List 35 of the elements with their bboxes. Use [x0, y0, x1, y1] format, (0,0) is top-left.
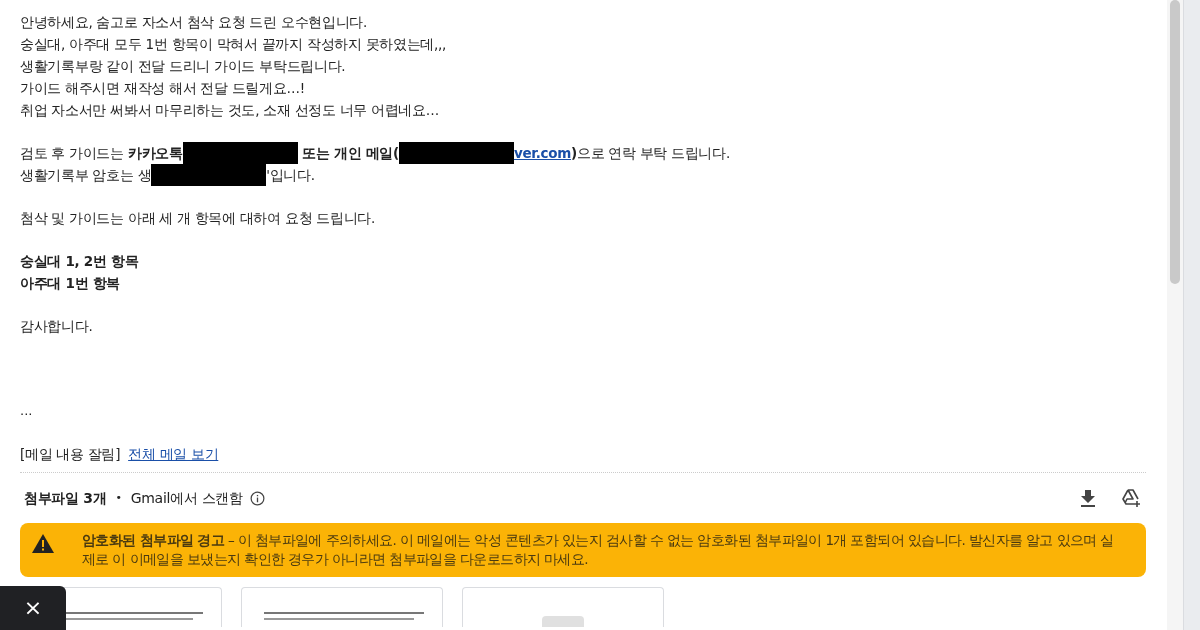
info-icon[interactable]: [249, 490, 265, 506]
drive-add-icon: [1120, 488, 1142, 508]
attachment-thumbnail[interactable]: [241, 587, 443, 627]
save-to-drive-button[interactable]: [1119, 486, 1143, 510]
body-text: 감사합니다.: [20, 318, 93, 334]
body-text: 가이드 해주시면 재작성 해서 전달 드릴게요…!: [20, 80, 305, 96]
email-link[interactable]: ver.com: [513, 142, 572, 164]
view-full-link[interactable]: 전체 메일 보기: [128, 444, 219, 466]
bold-text: 또는 개인 메일(: [301, 144, 399, 163]
warning-icon: [32, 534, 54, 553]
attachment-thumbnail[interactable]: [462, 587, 664, 627]
body-text: 생활기록부랑 같이 전달 드리니 가이드 부탁드립니다.: [20, 58, 346, 74]
scan-status: Gmail에서 스캔함: [130, 488, 243, 508]
body-text: 아주대 1번 항복: [20, 275, 121, 291]
document-preview-icon: [264, 612, 424, 620]
download-icon: [1080, 489, 1096, 507]
body-text: 안녕하세요, 숨고로 자소서 첨삭 요청 드린 오수현입니다.: [20, 14, 368, 30]
ellipsis-text: ...: [20, 403, 33, 418]
file-type-icon: [542, 616, 584, 627]
body-text: 취업 자소서만 써봐서 마무리하는 것도, 소재 선정도 너무 어렵네요…: [20, 102, 440, 118]
bold-text: 카카오톡: [127, 144, 183, 163]
body-text: 숭실대, 아주대 모두 1번 항목이 막혀서 끝까지 작성하지 못하였는데,,,: [20, 36, 447, 52]
body-text: 숭실대 1, 2번 항목: [20, 253, 139, 269]
clipped-notice: [메일 내용 잘림]: [20, 445, 121, 464]
body-text: '입니다.: [266, 166, 315, 185]
bold-text: ): [571, 144, 577, 163]
body-text: 검토 후 가이드는: [20, 144, 125, 163]
separator-dot: •: [115, 489, 122, 506]
attachments-title: 첨부파일 3개: [24, 488, 107, 508]
body-text: 첨삭 및 가이드는 아래 세 개 항목에 대하여 요청 드립니다.: [20, 210, 375, 226]
warning-text: 암호화된 첨부파일 경고 – 이 첨부파일에 주의하세요. 이 메일에는 악성 콘텐츠가 있는지 검사할 수 없는 암호화된 첨부파일이 1개 포함되어 있습니다. 발신자를 알고 있으며 실제로 이 이메일을 보냈는지 확인한 경우가 아니라면 첨부파일을 다운로드하지 마세요.: [82, 531, 1115, 569]
scrollbar-thumb[interactable]: [1170, 0, 1180, 284]
close-button[interactable]: ×: [23, 597, 43, 619]
body-text: 생활기록부 암호는 생: [20, 166, 152, 185]
body-text: 으로 연락 부탁 드립니다.: [576, 144, 730, 163]
